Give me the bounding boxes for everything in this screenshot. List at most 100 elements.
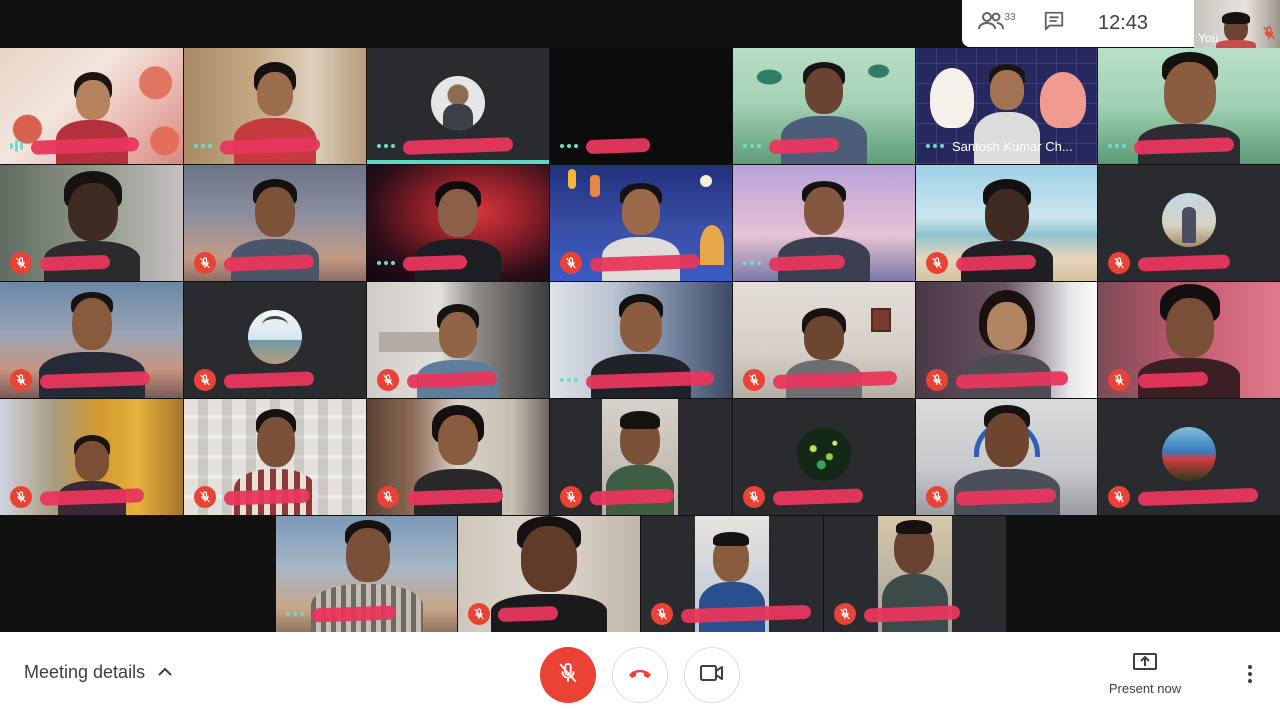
self-view-tile[interactable]: You [1194, 0, 1280, 48]
participant-tile[interactable] [367, 399, 549, 515]
speaking-indicator [10, 139, 23, 153]
redacted-name [1133, 137, 1235, 155]
camera-toggle-button[interactable] [684, 647, 740, 703]
options-dots [743, 261, 761, 265]
mic-off-icon [557, 662, 579, 689]
participant-tile[interactable] [550, 48, 732, 164]
participant-name-row [560, 486, 726, 508]
participant-tile[interactable] [1098, 48, 1280, 164]
redacted-name [311, 605, 397, 623]
leave-call-button[interactable] [612, 647, 668, 703]
participant-tile[interactable] [1098, 282, 1280, 398]
present-screen-icon [1132, 653, 1158, 676]
participant-name-row [377, 136, 543, 156]
options-dots [194, 144, 212, 148]
mic-off-icon [10, 252, 32, 274]
options-dots [926, 144, 944, 148]
participant-tile[interactable] [184, 282, 366, 398]
mic-off-icon [560, 486, 582, 508]
participant-name-row [377, 486, 543, 508]
mic-off-icon [1108, 369, 1130, 391]
participant-tile[interactable] [0, 399, 183, 515]
participant-tile[interactable] [733, 48, 915, 164]
participant-tile[interactable] [184, 48, 366, 164]
participant-tile[interactable] [367, 282, 549, 398]
participant-name-row [10, 136, 177, 156]
participant-tile[interactable] [367, 165, 549, 281]
participant-name-row [834, 603, 1000, 625]
mic-toggle-button[interactable] [540, 647, 596, 703]
present-now-button[interactable]: Present now [1100, 652, 1190, 696]
participant-tile[interactable] [367, 48, 549, 164]
participant-tile[interactable] [550, 165, 732, 281]
participant-tile[interactable] [184, 399, 366, 515]
participant-tile[interactable] [733, 165, 915, 281]
participant-name-row [743, 253, 909, 273]
options-dots [1108, 144, 1126, 148]
participant-tile[interactable] [458, 516, 640, 632]
redacted-name [772, 488, 864, 506]
redacted-name [223, 488, 311, 506]
chat-button[interactable] [1032, 10, 1076, 37]
participant-tile[interactable] [184, 165, 366, 281]
participant-name-row [1108, 486, 1274, 508]
mic-off-icon [1108, 252, 1130, 274]
participant-name-row [194, 486, 360, 508]
avatar [431, 76, 485, 130]
participant-tile[interactable]: Santosh Kumar Ch... [916, 48, 1097, 164]
redacted-name [223, 254, 315, 272]
redacted-name [1137, 254, 1231, 272]
participant-tile[interactable] [916, 282, 1097, 398]
participant-name-row [194, 369, 360, 391]
participant-tile[interactable] [733, 399, 915, 515]
mic-off-icon [377, 369, 399, 391]
participants-button[interactable]: 33 [962, 11, 1032, 36]
avatar [1162, 193, 1216, 247]
participant-tile[interactable] [916, 165, 1097, 281]
participant-tile[interactable] [1098, 399, 1280, 515]
participant-tile[interactable] [824, 516, 1006, 632]
more-options-button[interactable] [1236, 662, 1264, 690]
redacted-name [406, 371, 498, 389]
call-controls-bar: Meeting details Present now [0, 632, 1280, 720]
mic-off-icon [194, 369, 216, 391]
mic-off-icon [1108, 486, 1130, 508]
clock: 12:43 [1098, 12, 1149, 34]
redacted-name [39, 371, 151, 389]
participant-name-row [10, 252, 177, 274]
participant-name-row [194, 252, 360, 274]
avatar [248, 310, 302, 364]
mic-off-icon [834, 603, 856, 625]
participant-tile[interactable] [0, 48, 183, 164]
redacted-name [219, 137, 321, 155]
participant-tile[interactable] [550, 399, 732, 515]
mic-off-icon [194, 252, 216, 274]
participant-tile[interactable] [1098, 165, 1280, 281]
participant-tile[interactable] [0, 165, 183, 281]
participant-tile[interactable] [641, 516, 823, 632]
participant-tile[interactable] [733, 282, 915, 398]
redacted-name [589, 488, 675, 506]
call-info-panel: 33 12:43 [962, 0, 1194, 47]
redacted-name [406, 488, 504, 506]
present-now-label: Present now [1108, 681, 1182, 696]
redacted-name [39, 488, 145, 506]
participant-tile[interactable] [0, 282, 183, 398]
mic-off-icon [1262, 26, 1276, 45]
options-dots [743, 144, 761, 148]
participant-name-row [743, 136, 909, 156]
participant-name-row [926, 252, 1091, 274]
redacted-name [497, 605, 559, 623]
participant-name-row [1108, 252, 1274, 274]
participant-name-row [10, 486, 177, 508]
redacted-name [402, 254, 468, 272]
mic-off-icon [194, 486, 216, 508]
redacted-name [39, 254, 111, 272]
meeting-details-button[interactable]: Meeting details [24, 662, 173, 683]
participant-tile[interactable] [550, 282, 732, 398]
options-dots [560, 378, 578, 382]
avatar [1162, 427, 1216, 481]
participant-tile[interactable] [276, 516, 457, 632]
participant-tile[interactable] [916, 399, 1097, 515]
participant-name-row [377, 369, 543, 391]
